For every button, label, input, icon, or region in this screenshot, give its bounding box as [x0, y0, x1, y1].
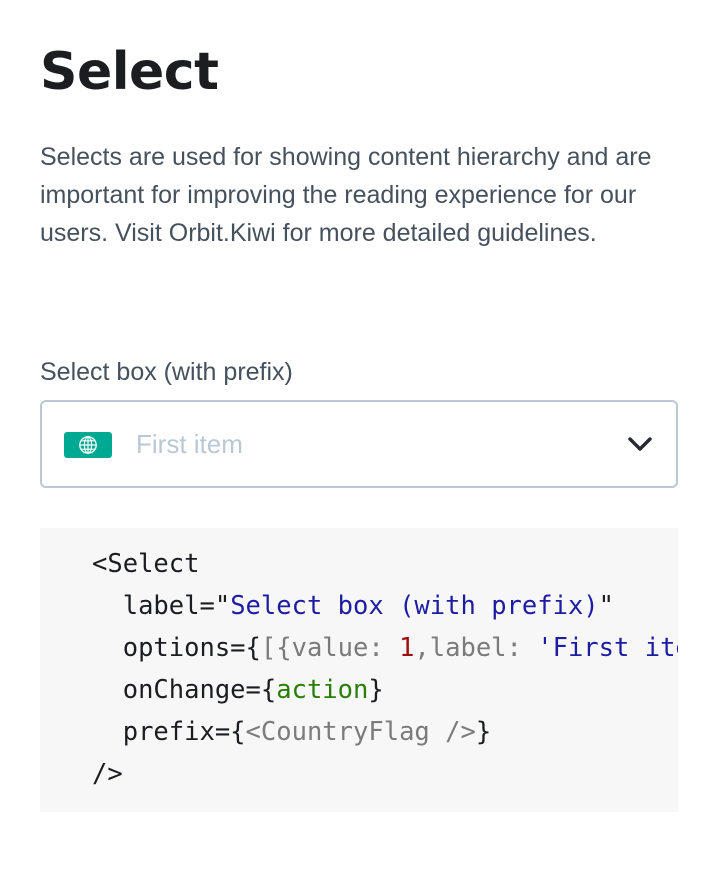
select-box[interactable]: First item [40, 400, 678, 488]
code-line: prefix={<CountryFlag />} [122, 717, 492, 747]
code-line: options={[{value: 1,label: 'First item'}… [122, 633, 678, 663]
select-placeholder: First item [136, 429, 243, 459]
code-text: <Select label="Select box (with prefix)"… [92, 543, 678, 795]
select-label: Select box (with prefix) [40, 358, 293, 386]
chevron-down-icon [628, 437, 652, 451]
code-line: <Select [92, 549, 200, 579]
code-line: label="Select box (with prefix)" [122, 591, 615, 621]
code-line: onChange={action} [122, 675, 384, 705]
country-flag-prefix [64, 432, 112, 458]
globe-icon [79, 436, 97, 454]
intro-text: Selects are used for showing content hie… [40, 143, 652, 247]
code-line: /> [92, 759, 123, 789]
page-title: Select [40, 42, 219, 102]
code-example: <Select label="Select box (with prefix)"… [40, 528, 678, 812]
